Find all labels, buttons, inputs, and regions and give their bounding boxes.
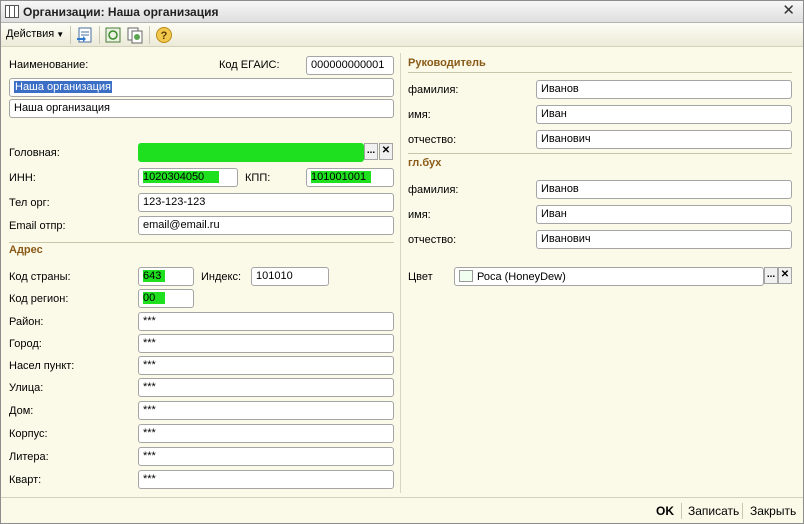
svg-text:?: ?	[161, 30, 168, 42]
house-field[interactable]: ***	[138, 401, 394, 420]
email-field[interactable]: email@email.ru	[138, 216, 394, 235]
director-first-name-field[interactable]: Иван	[536, 105, 792, 124]
inn-label: ИНН:	[9, 172, 36, 184]
street-label: Улица:	[9, 382, 44, 394]
kpp-label: КПП:	[245, 172, 271, 184]
director-divider	[408, 72, 792, 73]
title-bar: Организации: Наша организация ✕	[1, 1, 803, 23]
street-field[interactable]: ***	[138, 378, 394, 397]
accountant-middle-name-field[interactable]: Иванович	[536, 230, 792, 249]
accountant-last-name-field[interactable]: Иванов	[536, 180, 792, 199]
house-label: Дом:	[9, 405, 34, 417]
toolbar-separator	[99, 26, 100, 44]
close-window-icon[interactable]: ✕	[782, 3, 795, 19]
color-swatch	[459, 270, 473, 282]
accountant-middle-name-label: отчество:	[408, 234, 457, 246]
name-value: Наша организация	[14, 81, 112, 93]
toolbar: Действия ▼ ?	[1, 23, 803, 47]
footer-separator	[742, 503, 743, 519]
color-label: Цвет	[408, 271, 433, 283]
director-section-title: Руководитель	[408, 57, 486, 69]
color-clear-icon[interactable]: ✕	[778, 267, 792, 284]
footer-bar: OK Записать Закрыть	[1, 497, 803, 523]
letter-label: Литера:	[9, 451, 49, 463]
accountant-divider	[408, 153, 792, 154]
parent-org-field[interactable]	[138, 143, 364, 162]
director-last-name-label: фамилия:	[408, 84, 459, 96]
toolbar-separator	[70, 26, 71, 44]
director-middle-name-field[interactable]: Иванович	[536, 130, 792, 149]
egais-code-field[interactable]: 000000000001	[306, 56, 394, 75]
index-label: Индекс:	[201, 271, 242, 283]
director-last-name-field[interactable]: Иванов	[536, 80, 792, 99]
index-field[interactable]: 101010	[251, 267, 329, 286]
phone-label: Тел орг:	[9, 197, 50, 209]
window-title: Организации: Наша организация	[23, 5, 219, 19]
close-button[interactable]: Закрыть	[750, 504, 796, 518]
accountant-section-title: гл.бух	[408, 157, 442, 169]
director-middle-name-label: отчество:	[408, 134, 457, 146]
country-code-field[interactable]: 643	[138, 267, 194, 286]
parent-select-button[interactable]: ...	[364, 143, 378, 160]
apartment-label: Кварт:	[9, 474, 42, 486]
dropdown-arrow-icon: ▼	[56, 30, 65, 39]
refresh-icon[interactable]	[103, 26, 123, 44]
city-label: Город:	[9, 338, 42, 350]
color-value: Роса (HoneyDew)	[477, 271, 566, 283]
country-code-value: 643	[143, 270, 165, 282]
full-name-field[interactable]: Наша организация	[9, 99, 394, 118]
egais-label: Код ЕГАИС:	[219, 59, 280, 71]
settlement-label: Насел пункт:	[9, 360, 75, 372]
save-button[interactable]: Записать	[688, 504, 739, 518]
toolbar-separator	[149, 26, 150, 44]
building-field[interactable]: ***	[138, 424, 394, 443]
help-circle-icon: ?	[156, 27, 172, 43]
accountant-first-name-field[interactable]: Иван	[536, 205, 792, 224]
footer-separator	[681, 503, 682, 519]
country-code-label: Код страны:	[9, 271, 71, 283]
inn-field[interactable]: 1020304050	[138, 168, 238, 187]
name-label: Наименование:	[9, 59, 89, 71]
parent-label: Головная:	[9, 147, 60, 159]
color-select-button[interactable]: ...	[764, 267, 778, 284]
accountant-first-name-label: имя:	[408, 209, 431, 221]
name-field[interactable]: Наша организация	[9, 78, 394, 97]
letter-field[interactable]: ***	[138, 447, 394, 466]
address-section-title: Адрес	[9, 244, 43, 256]
director-first-name-label: имя:	[408, 109, 431, 121]
region-code-label: Код регион:	[9, 293, 69, 305]
actions-menu-button[interactable]: Действия ▼	[6, 28, 64, 40]
ok-button[interactable]: OK	[656, 504, 674, 518]
table-icon	[5, 5, 19, 18]
column-splitter	[400, 53, 401, 493]
email-label: Email отпр:	[9, 220, 66, 232]
settlement-field[interactable]: ***	[138, 356, 394, 375]
parent-clear-icon[interactable]: ✕	[379, 143, 393, 160]
address-divider	[9, 242, 394, 243]
copy-document-icon[interactable]	[125, 26, 145, 44]
phone-field[interactable]: 123-123-123	[138, 193, 394, 212]
organization-window: Организации: Наша организация ✕ Действия…	[0, 0, 804, 524]
apartment-field[interactable]: ***	[138, 470, 394, 489]
inn-value: 1020304050	[143, 171, 219, 183]
city-field[interactable]: ***	[138, 334, 394, 353]
building-label: Корпус:	[9, 428, 48, 440]
actions-label: Действия	[6, 28, 55, 40]
kpp-field[interactable]: 101001001	[306, 168, 394, 187]
accountant-last-name-label: фамилия:	[408, 184, 459, 196]
help-icon[interactable]: ?	[154, 26, 174, 44]
region-code-field[interactable]: 00	[138, 289, 194, 308]
district-label: Район:	[9, 316, 44, 328]
region-code-value: 00	[143, 292, 165, 304]
kpp-value: 101001001	[311, 171, 371, 183]
go-to-list-icon[interactable]	[75, 26, 95, 44]
color-field[interactable]: Роса (HoneyDew)	[454, 267, 764, 286]
district-field[interactable]: ***	[138, 312, 394, 331]
